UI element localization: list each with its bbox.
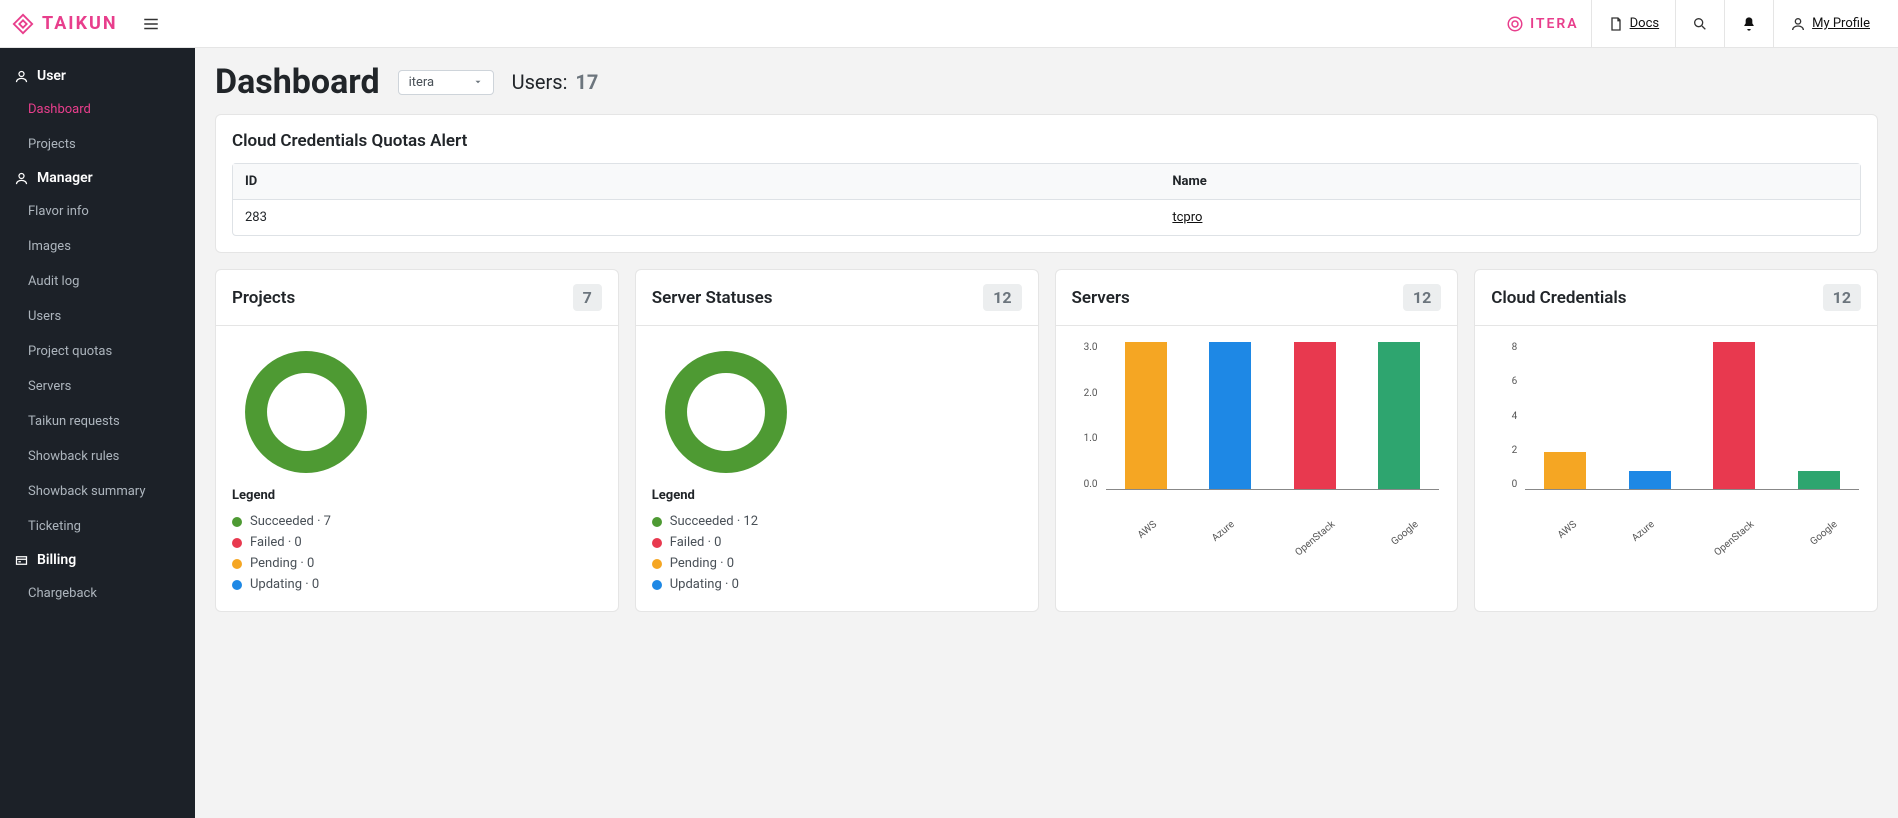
search-button[interactable] [1675, 0, 1724, 47]
cloud-credentials-bar-chart: 86420AWSAzureOpenStackGoogle [1491, 342, 1861, 512]
topbar: TAIKUN ITERA Docs My Profile [0, 0, 1898, 48]
legend-pending: Pending · 0 [652, 553, 1022, 574]
col-name: Name [1160, 164, 1860, 200]
chevron-down-icon [473, 77, 483, 87]
server-statuses-card: Server Statuses 12 Legend Succeeded · 12… [635, 269, 1039, 612]
legend-title: Legend [652, 488, 1022, 503]
cloud-credentials-card: Cloud Credentials 12 86420AWSAzureOpenSt… [1474, 269, 1878, 612]
cloud-credentials-count-badge: 12 [1823, 284, 1861, 311]
profile-link[interactable]: My Profile [1773, 0, 1886, 47]
sidebar-item-taikun-requests[interactable]: Taikun requests [0, 404, 195, 439]
legend-title: Legend [232, 488, 602, 503]
docs-link-text: Docs [1630, 16, 1659, 31]
sidebar-item-ticketing[interactable]: Ticketing [0, 509, 195, 544]
org-select-value: itera [409, 75, 435, 90]
section-manager-label: Manager [37, 170, 93, 186]
servers-bar-chart: 3.02.01.00.0AWSAzureOpenStackGoogle [1072, 342, 1442, 512]
menu-icon [142, 15, 160, 33]
section-user-label: User [37, 68, 66, 84]
user-icon [14, 69, 29, 84]
quotas-alert-title: Cloud Credentials Quotas Alert [232, 131, 1861, 151]
col-id: ID [233, 164, 1160, 200]
bell-icon [1741, 16, 1757, 32]
sidebar-item-chargeback[interactable]: Chargeback [0, 576, 195, 611]
legend-succeeded: Succeeded · 12 [652, 511, 1022, 532]
main-content: Dashboard itera Users: 17 Cloud Credenti… [195, 48, 1898, 818]
notifications-button[interactable] [1724, 0, 1773, 47]
sidebar-item-showback-summary[interactable]: Showback summary [0, 474, 195, 509]
quotas-alert-table: ID Name 283 tcpro [232, 163, 1861, 236]
legend-succeeded: Succeeded · 7 [232, 511, 602, 532]
user-icon [1790, 16, 1806, 32]
sidebar-item-users[interactable]: Users [0, 299, 195, 334]
sidebar-item-showback-rules[interactable]: Showback rules [0, 439, 195, 474]
sidebar-section-user: User [0, 60, 195, 92]
server-statuses-card-title: Server Statuses [652, 288, 773, 308]
legend-failed: Failed · 0 [232, 532, 602, 553]
sidebar: User Dashboard Projects Manager Flavor i… [0, 48, 195, 818]
table-row: 283 tcpro [233, 200, 1860, 235]
legend-updating: Updating · 0 [232, 574, 602, 595]
org-logo-icon [1506, 15, 1524, 33]
sidebar-section-billing: Billing [0, 544, 195, 576]
legend-pending: Pending · 0 [232, 553, 602, 574]
legend-updating: Updating · 0 [652, 574, 1022, 595]
projects-donut-chart [232, 342, 602, 488]
projects-count-badge: 7 [573, 284, 602, 311]
server-statuses-count-badge: 12 [983, 284, 1021, 311]
docs-link[interactable]: Docs [1591, 0, 1675, 47]
search-icon [1692, 16, 1708, 32]
sidebar-section-manager: Manager [0, 162, 195, 194]
sidebar-item-flavor-info[interactable]: Flavor info [0, 194, 195, 229]
users-count: 17 [575, 70, 598, 94]
projects-card: Projects 7 Legend Succeeded · 7 Failed ·… [215, 269, 619, 612]
users-summary: Users: 17 [512, 70, 599, 94]
legend-failed: Failed · 0 [652, 532, 1022, 553]
org-name: ITERA [1530, 16, 1579, 32]
cloud-credentials-card-title: Cloud Credentials [1491, 288, 1626, 308]
user-icon [14, 171, 29, 186]
org-brand: ITERA [1506, 15, 1579, 33]
servers-count-badge: 12 [1403, 284, 1441, 311]
docs-icon [1608, 16, 1624, 32]
page-header: Dashboard itera Users: 17 [215, 62, 1878, 102]
topbar-right: Docs My Profile [1591, 0, 1886, 47]
section-billing-label: Billing [37, 552, 76, 568]
server-statuses-donut-chart [652, 342, 1022, 488]
cell-id: 283 [233, 200, 1160, 235]
profile-link-text: My Profile [1812, 16, 1870, 31]
servers-card: Servers 12 3.02.01.00.0AWSAzureOpenStack… [1055, 269, 1459, 612]
sidebar-item-servers[interactable]: Servers [0, 369, 195, 404]
users-label: Users: [512, 70, 568, 94]
sidebar-item-project-quotas[interactable]: Project quotas [0, 334, 195, 369]
servers-card-title: Servers [1072, 288, 1130, 308]
sidebar-item-dashboard[interactable]: Dashboard [0, 92, 195, 127]
billing-icon [14, 553, 29, 568]
sidebar-item-projects[interactable]: Projects [0, 127, 195, 162]
sidebar-item-audit-log[interactable]: Audit log [0, 264, 195, 299]
brand[interactable]: TAIKUN [12, 13, 118, 35]
projects-card-title: Projects [232, 288, 295, 308]
sidebar-toggle-button[interactable] [142, 15, 160, 33]
brand-logo-icon [12, 13, 34, 35]
sidebar-item-images[interactable]: Images [0, 229, 195, 264]
brand-name: TAIKUN [42, 13, 118, 34]
cards-row: Projects 7 Legend Succeeded · 7 Failed ·… [215, 269, 1878, 612]
page-title: Dashboard [215, 62, 380, 102]
cell-name-link[interactable]: tcpro [1172, 210, 1202, 225]
quotas-alert-panel: Cloud Credentials Quotas Alert ID Name 2… [215, 114, 1878, 253]
org-select-dropdown[interactable]: itera [398, 70, 494, 95]
